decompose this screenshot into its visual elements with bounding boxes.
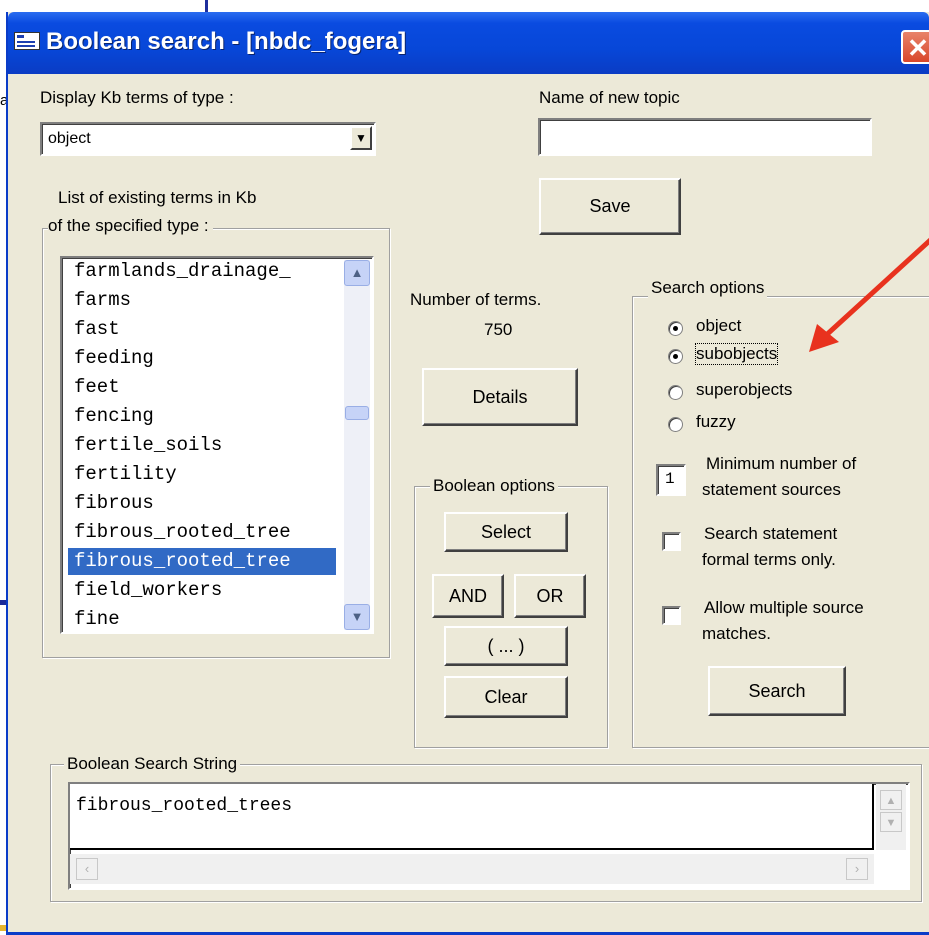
scroll-thumb[interactable] (345, 406, 369, 420)
radio-fuzzy[interactable] (668, 417, 683, 432)
chevron-left-icon[interactable]: ‹ (76, 858, 98, 880)
new-topic-input[interactable] (538, 118, 872, 156)
term-list-label-line2: of the specified type : (48, 216, 213, 236)
clear-button[interactable]: Clear (444, 676, 568, 718)
type-selector-label: Display Kb terms of type : (40, 88, 234, 107)
min-sources-input[interactable]: 1 (656, 464, 686, 496)
list-item[interactable]: fibrous (68, 490, 336, 517)
title-bar[interactable]: Boolean search - [nbdc_fogera] ✕ (8, 12, 929, 74)
new-topic-label: Name of new topic (539, 88, 680, 107)
list-item[interactable]: farms (68, 287, 336, 314)
chevron-right-icon[interactable]: › (846, 858, 868, 880)
list-item[interactable]: feet (68, 374, 336, 401)
chevron-down-icon[interactable]: ▼ (880, 812, 902, 832)
search-string-field[interactable]: fibrous_rooted_trees ▲ ▼ ‹ › (68, 782, 910, 890)
search-string-value: fibrous_rooted_trees (76, 796, 293, 816)
chevron-up-icon[interactable]: ▲ (880, 790, 902, 810)
chevron-down-icon[interactable]: ▼ (344, 604, 370, 630)
term-count-label: Number of terms. (410, 290, 542, 309)
boolean-options-title: Boolean options (430, 476, 558, 496)
list-item[interactable]: feeding (68, 345, 336, 372)
multiple-sources-checkbox[interactable] (662, 606, 681, 625)
type-selector-value: object (48, 130, 91, 147)
multiple-sources-label-line2: matches. (702, 624, 771, 643)
list-item[interactable]: fertility (68, 461, 336, 488)
app-window-icon (14, 32, 40, 50)
multiple-sources-label-line1: Allow multiple source (704, 598, 864, 617)
term-list-label-line1: List of existing terms in Kb (58, 188, 257, 208)
min-sources-value: 1 (665, 470, 675, 488)
term-listbox[interactable]: farmlands_drainage_ farms fast feeding f… (60, 256, 374, 634)
term-count-value: 750 (484, 320, 513, 339)
min-sources-label-line1: Minimum number of (706, 454, 857, 473)
search-string-text-area[interactable]: fibrous_rooted_trees (70, 784, 874, 850)
search-string-title: Boolean Search String (64, 754, 241, 774)
radio-superobjects[interactable] (668, 385, 683, 400)
term-list-scrollbar[interactable]: ▲ ▼ (344, 260, 370, 630)
list-item[interactable]: fencing (68, 403, 336, 430)
list-item[interactable]: fine (68, 606, 336, 632)
radio-subobjects-label: subobjects (694, 343, 779, 365)
list-item-selected[interactable]: fibrous_rooted_tree (68, 548, 336, 575)
parentheses-button[interactable]: ( ... ) (444, 626, 568, 666)
list-item[interactable]: farmlands_drainage_ (68, 258, 336, 285)
formal-terms-label-line1: Search statement (704, 524, 838, 543)
radio-subobjects[interactable] (668, 349, 683, 364)
search-button[interactable]: Search (708, 666, 846, 716)
radio-fuzzy-label: fuzzy (696, 412, 736, 431)
list-item[interactable]: field_workers (68, 577, 336, 604)
close-button[interactable]: ✕ (901, 30, 929, 64)
formal-terms-label-line2: formal terms only. (702, 550, 836, 569)
or-button[interactable]: OR (514, 574, 586, 618)
save-button[interactable]: Save (539, 178, 681, 235)
search-string-hscroll[interactable]: ‹ › (70, 854, 874, 884)
min-sources-label-line2: statement sources (702, 480, 841, 499)
list-item[interactable]: fibrous_rooted_tree (68, 519, 336, 546)
details-button[interactable]: Details (422, 368, 578, 426)
search-string-vscroll[interactable]: ▲ ▼ (876, 784, 906, 850)
radio-superobjects-label: superobjects (696, 380, 793, 399)
close-icon: ✕ (907, 33, 929, 63)
chevron-down-icon[interactable]: ▼ (350, 126, 372, 150)
boolean-search-dialog: Boolean search - [nbdc_fogera] ✕ Display… (6, 12, 929, 935)
search-options-title: Search options (648, 278, 768, 298)
list-item[interactable]: fast (68, 316, 336, 343)
select-button[interactable]: Select (444, 512, 568, 552)
red-arrow-icon (809, 237, 929, 352)
radio-object[interactable] (668, 321, 683, 336)
radio-object-label: object (696, 316, 742, 335)
formal-terms-checkbox[interactable] (662, 532, 681, 551)
window-title: Boolean search - [nbdc_fogera] (46, 28, 407, 55)
list-item[interactable]: fertile_soils (68, 432, 336, 459)
and-button[interactable]: AND (432, 574, 504, 618)
type-selector-dropdown[interactable]: object ▼ (40, 122, 376, 156)
chevron-up-icon[interactable]: ▲ (344, 260, 370, 286)
